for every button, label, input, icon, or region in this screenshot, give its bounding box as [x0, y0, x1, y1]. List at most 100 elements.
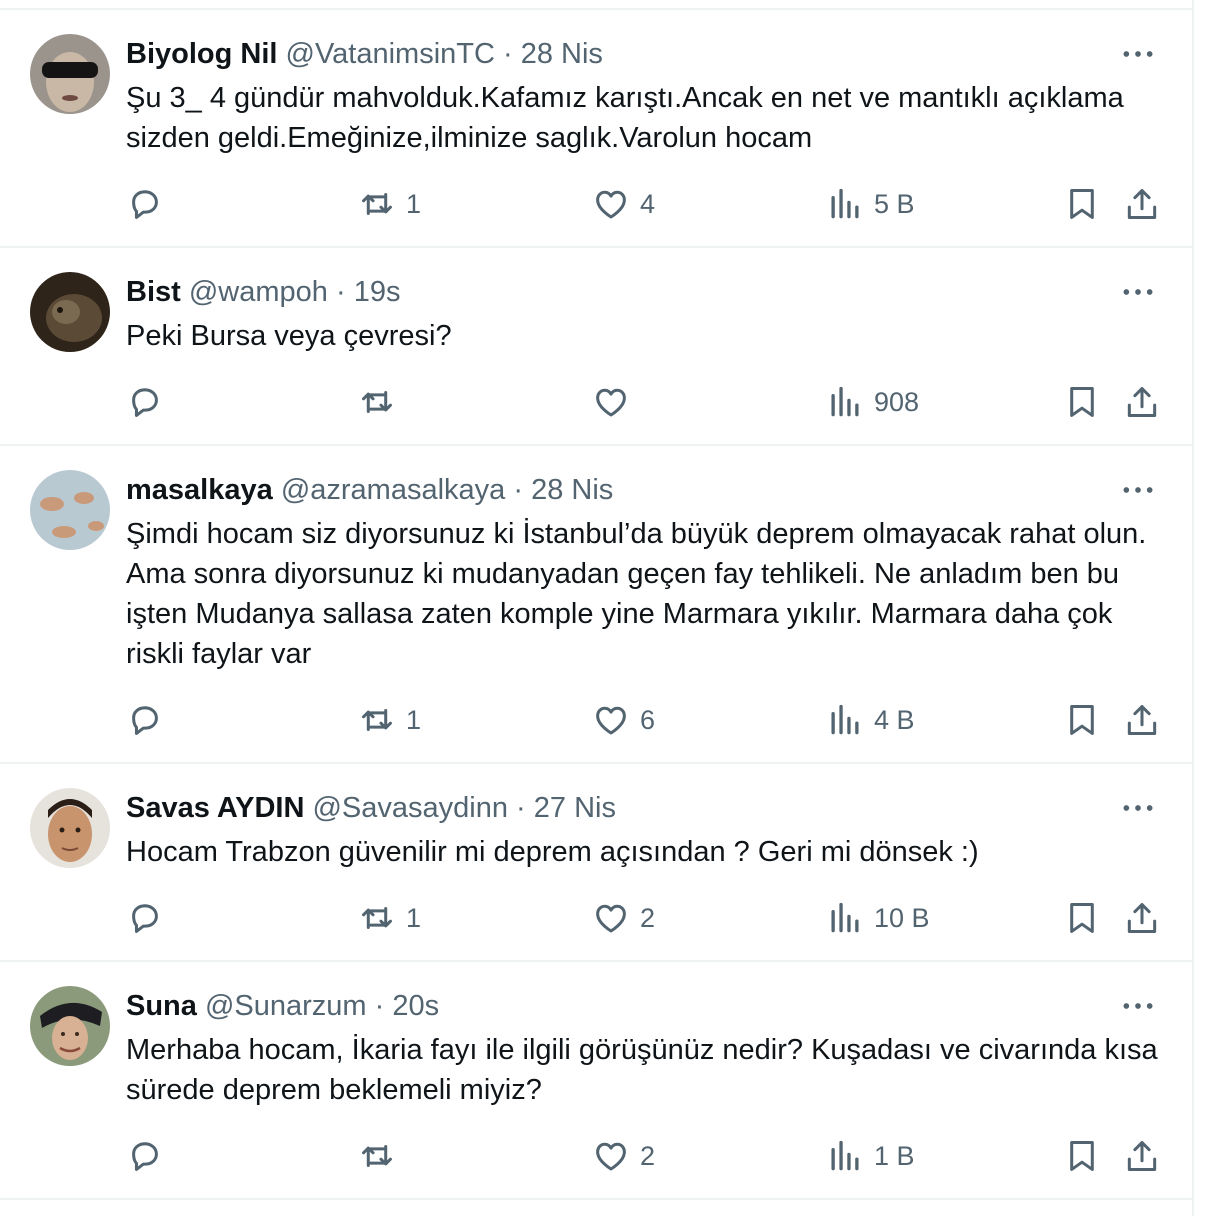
retweet-count: 1	[406, 704, 422, 735]
view-count: 10 B	[874, 902, 930, 933]
share-icon	[1127, 387, 1157, 417]
views-icon	[831, 386, 859, 417]
retweet-icon	[362, 1144, 392, 1168]
more-icon	[1123, 1003, 1153, 1009]
display-name[interactable]: Suna	[126, 990, 197, 1022]
like-button[interactable]: 4	[592, 184, 655, 224]
separator-dot: ·	[502, 38, 513, 70]
user-handle[interactable]: @Savasaydinn	[312, 792, 508, 824]
like-count: 2	[640, 902, 656, 933]
share-button[interactable]	[1123, 898, 1161, 938]
display-name[interactable]: masalkaya	[126, 474, 273, 506]
tweet[interactable]: Savas AYDIN @Savasaydinn · 27 Nis Hocam …	[0, 764, 1194, 962]
share-button[interactable]	[1123, 700, 1161, 740]
like-button[interactable]: 6	[592, 700, 655, 740]
bookmark-button[interactable]	[1063, 184, 1101, 224]
avatar[interactable]	[30, 272, 110, 352]
reply-icon	[132, 190, 158, 219]
user-handle[interactable]: @VatanimsinTC	[286, 38, 495, 70]
avatar[interactable]	[30, 788, 110, 868]
bookmark-icon	[1070, 705, 1094, 735]
retweet-count: 1	[406, 902, 422, 933]
more-icon	[1123, 487, 1153, 493]
views-button[interactable]: 908	[826, 382, 919, 422]
bookmark-button[interactable]	[1063, 700, 1101, 740]
retweet-button[interactable]: 1	[358, 898, 421, 938]
retweet-button[interactable]	[358, 1136, 406, 1176]
like-button[interactable]: 2	[592, 898, 655, 938]
heart-icon	[596, 706, 626, 735]
views-button[interactable]: 4 B	[826, 700, 915, 740]
share-button[interactable]	[1123, 382, 1161, 422]
tweet[interactable]: Bist @wampoh · 19s Peki Bursa veya çevre…	[0, 248, 1194, 446]
tweet-text: Şimdi hocam siz diyorsunuz ki İstanbul’d…	[126, 518, 1153, 670]
bookmark-button[interactable]	[1063, 382, 1101, 422]
bookmark-icon	[1070, 387, 1094, 417]
view-count: 4 B	[874, 704, 915, 735]
views-icon	[831, 902, 859, 933]
tweet-text: Merhaba hocam, İkaria fayı ile ilgili gö…	[126, 1034, 1166, 1106]
avatar[interactable]	[30, 34, 110, 114]
reply-icon	[132, 904, 158, 933]
more-options-button[interactable]	[1118, 986, 1158, 1026]
retweet-button[interactable]	[358, 382, 406, 422]
reply-icon	[132, 1142, 158, 1171]
tweet[interactable]: Suna @Sunarzum · 20s Merhaba hocam, İkar…	[0, 962, 1194, 1200]
retweet-button[interactable]: 1	[358, 700, 421, 740]
timestamp[interactable]: 27 Nis	[534, 792, 616, 824]
tweet-header: Suna @Sunarzum · 20s	[126, 986, 439, 1026]
tweet-header: Bist @wampoh · 19s	[126, 272, 400, 312]
share-icon	[1127, 1141, 1157, 1171]
tweet-header: masalkaya @azramasalkaya · 28 Nis	[126, 470, 613, 510]
reply-button[interactable]	[126, 700, 174, 740]
bookmark-button[interactable]	[1063, 1136, 1101, 1176]
user-handle[interactable]: @Sunarzum	[205, 990, 367, 1022]
more-options-button[interactable]	[1118, 34, 1158, 74]
more-options-button[interactable]	[1118, 788, 1158, 828]
timestamp[interactable]: 20s	[392, 990, 439, 1022]
view-count: 5 B	[874, 188, 915, 219]
user-handle[interactable]: @wampoh	[189, 276, 328, 308]
heart-icon	[596, 904, 626, 933]
bookmark-button[interactable]	[1063, 898, 1101, 938]
timestamp[interactable]: 19s	[354, 276, 401, 308]
avatar[interactable]	[30, 986, 110, 1066]
retweet-icon	[362, 192, 392, 216]
bookmark-icon	[1070, 189, 1094, 219]
share-icon	[1127, 903, 1157, 933]
like-button[interactable]: 2	[592, 1136, 655, 1176]
retweet-icon	[362, 390, 392, 414]
tweet-text: Şu 3_ 4 gündür mahvolduk.Kafamız karıştı…	[126, 82, 1132, 154]
avatar[interactable]	[30, 470, 110, 550]
timestamp[interactable]: 28 Nis	[521, 38, 603, 70]
view-count: 1 B	[874, 1140, 915, 1171]
share-button[interactable]	[1123, 184, 1161, 224]
more-options-button[interactable]	[1118, 470, 1158, 510]
heart-icon	[596, 190, 626, 219]
retweet-button[interactable]: 1	[358, 184, 421, 224]
display-name[interactable]: Bist	[126, 276, 181, 308]
display-name[interactable]: Savas AYDIN	[126, 792, 304, 824]
views-button[interactable]: 10 B	[826, 898, 930, 938]
share-icon	[1127, 189, 1157, 219]
reply-button[interactable]	[126, 1136, 174, 1176]
share-button[interactable]	[1123, 1136, 1161, 1176]
more-options-button[interactable]	[1118, 272, 1158, 312]
tweet-text: Hocam Trabzon güvenilir mi deprem açısın…	[126, 836, 979, 868]
tweet[interactable]: Biyolog Nil @VatanimsinTC · 28 Nis Şu 3_…	[0, 10, 1194, 248]
reply-button[interactable]	[126, 184, 174, 224]
like-count: 4	[640, 188, 656, 219]
timestamp[interactable]: 28 Nis	[531, 474, 613, 506]
display-name[interactable]: Biyolog Nil	[126, 38, 277, 70]
like-count: 6	[640, 704, 656, 735]
separator-dot: ·	[374, 990, 385, 1022]
like-count: 2	[640, 1140, 656, 1171]
action-bar: 2 1 B	[0, 1136, 1194, 1176]
views-button[interactable]: 5 B	[826, 184, 915, 224]
user-handle[interactable]: @azramasalkaya	[281, 474, 505, 506]
views-button[interactable]: 1 B	[826, 1136, 915, 1176]
tweet[interactable]: masalkaya @azramasalkaya · 28 Nis Şimdi …	[0, 446, 1194, 764]
like-button[interactable]	[592, 382, 640, 422]
reply-button[interactable]	[126, 898, 174, 938]
reply-button[interactable]	[126, 382, 174, 422]
